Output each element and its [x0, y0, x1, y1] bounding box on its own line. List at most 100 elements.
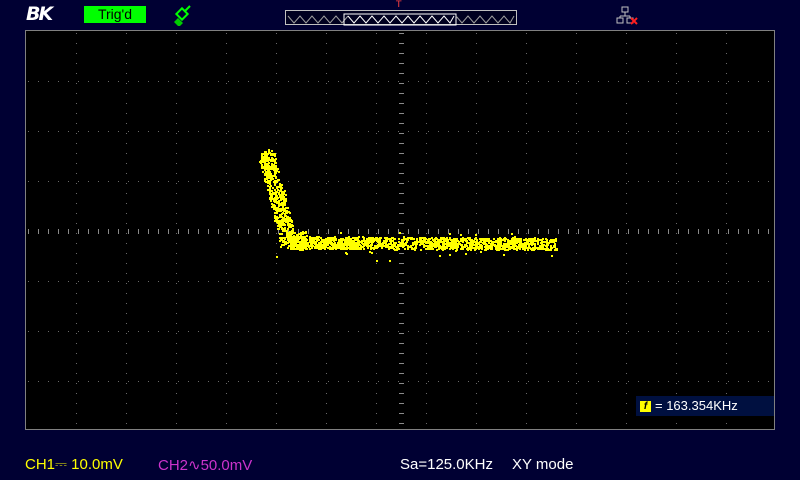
grid-dot [676, 223, 677, 224]
trace-sample [555, 240, 557, 242]
trace-sample [525, 246, 527, 248]
grid-dot [576, 283, 577, 284]
trace-sample [470, 249, 472, 251]
grid-dot [748, 281, 749, 282]
grid-dot [576, 233, 577, 234]
trace-sample [277, 189, 279, 191]
trace-sample [276, 212, 278, 214]
grid-dot [498, 81, 499, 82]
trace-sample [534, 246, 536, 248]
timebase-position-bar[interactable] [285, 10, 517, 26]
grid-dot [38, 381, 39, 382]
trace-sample [375, 247, 377, 249]
grid-dot [376, 223, 377, 224]
trace-sample [300, 237, 302, 239]
grid-dot [118, 281, 119, 282]
trace-sample [269, 166, 271, 168]
trace-sample [300, 247, 302, 249]
center-tick [708, 229, 709, 234]
grid-dot [376, 233, 377, 234]
grid-dot [68, 81, 69, 82]
trace-sample [475, 247, 477, 249]
trace-sample [544, 248, 546, 250]
trace-sample [271, 190, 273, 192]
trace-sample [272, 153, 274, 155]
grid-dot [376, 183, 377, 184]
trace-sample [412, 243, 414, 245]
grid-dot [618, 381, 619, 382]
grid-dot [328, 331, 329, 332]
grid-dot [108, 181, 109, 182]
center-tick [158, 229, 159, 234]
trace-sample [264, 166, 266, 168]
grid-dot [328, 281, 329, 282]
trace-sample [260, 162, 262, 164]
trace-sample [525, 238, 527, 240]
ch2-scale-label[interactable]: CH2∿50.0mV [158, 456, 252, 474]
trace-sample [267, 185, 269, 187]
grid-dot [518, 131, 519, 132]
grid-dot [328, 131, 329, 132]
grid-dot [768, 81, 769, 82]
grid-dot [176, 363, 177, 364]
trace-sample [456, 243, 458, 245]
grid-dot [476, 393, 477, 394]
trace-sample [309, 248, 311, 250]
grid-dot [488, 331, 489, 332]
grid-dot [528, 331, 529, 332]
brand-logo: BK [26, 3, 53, 25]
trace-sample [420, 249, 422, 251]
trace-sample [481, 239, 483, 241]
trace-sample [497, 245, 499, 247]
trace-sample [318, 248, 320, 250]
trace-sample [398, 248, 400, 250]
grid-dot [376, 173, 377, 174]
grid-dot [726, 273, 727, 274]
grid-dot [276, 353, 277, 354]
center-tick [488, 229, 489, 234]
grid-dot [526, 303, 527, 304]
trace-sample [465, 240, 467, 242]
trace-sample [441, 246, 443, 248]
grid-dot [288, 381, 289, 382]
grid-dot [526, 73, 527, 74]
grid-dot [726, 233, 727, 234]
grid-dot [726, 123, 727, 124]
grid-dot [128, 281, 129, 282]
grid-dot [348, 81, 349, 82]
trace-sample [468, 238, 470, 240]
center-tick [399, 393, 404, 394]
grid-dot [676, 33, 677, 34]
trace-sample [534, 237, 536, 239]
grid-dot [88, 131, 89, 132]
center-tick [308, 229, 309, 234]
grid-dot [478, 131, 479, 132]
trace-sample [531, 249, 533, 251]
grid-dot [726, 243, 727, 244]
center-tick [528, 229, 529, 234]
grid-dot [508, 281, 509, 282]
grid-dot [176, 233, 177, 234]
trace-sample [287, 228, 289, 230]
trace-sample [317, 237, 319, 239]
grid-dot [458, 81, 459, 82]
grid-dot [728, 81, 729, 82]
trace-sample [268, 149, 270, 151]
grid-dot [476, 183, 477, 184]
trace-sample [340, 232, 342, 234]
waveform-display[interactable] [25, 30, 775, 430]
ch1-scale-label[interactable]: CH1⎓ 10.0mV [25, 456, 123, 473]
grid-dot [438, 81, 439, 82]
trace-sample [329, 241, 331, 243]
grid-dot [726, 193, 727, 194]
grid-dot [388, 81, 389, 82]
trace-sample [483, 243, 485, 245]
grid-dot [676, 423, 677, 424]
grid-dot [626, 303, 627, 304]
grid-dot [426, 93, 427, 94]
grid-dot [638, 281, 639, 282]
grid-dot [326, 323, 327, 324]
trace-sample [365, 244, 367, 246]
grid-dot [626, 43, 627, 44]
grid-dot [208, 281, 209, 282]
